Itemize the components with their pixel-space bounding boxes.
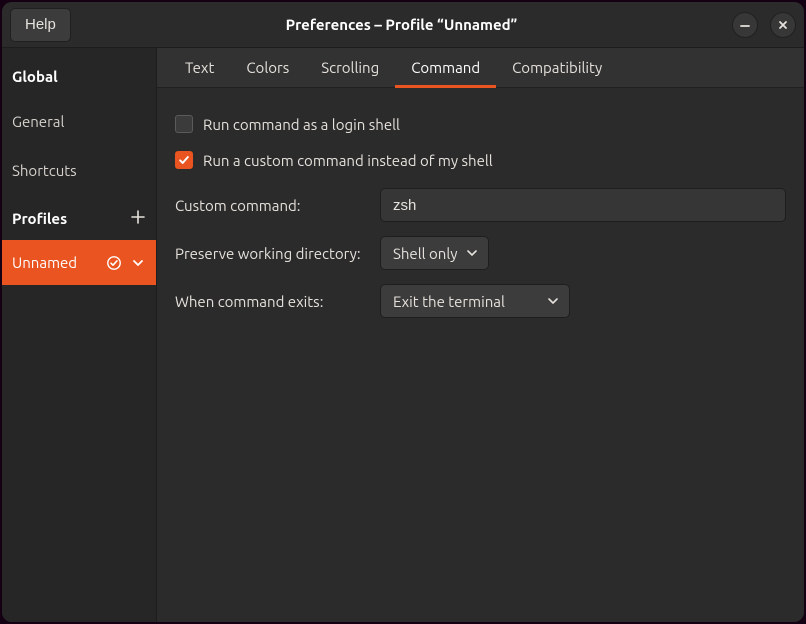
sidebar-profile-unnamed[interactable]: Unnamed [2, 240, 156, 285]
tabs: Text Colors Scrolling Command Compatibil… [157, 48, 804, 88]
plus-icon [130, 209, 146, 225]
sidebar: Global General Shortcuts Profiles Unname… [2, 48, 157, 622]
sidebar-item-shortcuts[interactable]: Shortcuts [2, 146, 156, 195]
preserve-wd-label: Preserve working directory: [175, 245, 370, 262]
chevron-down-icon [547, 295, 559, 307]
minimize-icon [739, 19, 751, 31]
command-pane: Run command as a login shell Run a custo… [157, 88, 804, 336]
custom-command-label[interactable]: Run a custom command instead of my shell [203, 152, 493, 169]
sidebar-heading-profiles: Profiles [2, 195, 156, 240]
preserve-wd-dropdown[interactable]: Shell only [380, 236, 489, 270]
minimize-button[interactable] [732, 12, 758, 38]
close-button[interactable] [770, 12, 796, 38]
help-button[interactable]: Help [10, 8, 71, 42]
sidebar-item-general[interactable]: General [2, 97, 156, 146]
check-circle-icon [106, 255, 122, 271]
tab-compatibility[interactable]: Compatibility [496, 49, 618, 88]
when-exits-dropdown[interactable]: Exit the terminal [380, 284, 570, 318]
tab-scrolling[interactable]: Scrolling [305, 49, 395, 88]
custom-command-field-label: Custom command: [175, 197, 370, 214]
sidebar-heading-global: Global [2, 54, 156, 97]
tab-command[interactable]: Command [395, 49, 496, 88]
titlebar: Help Preferences – Profile “Unnamed” [2, 2, 804, 48]
window-title: Preferences – Profile “Unnamed” [71, 16, 732, 33]
custom-command-input[interactable] [380, 188, 786, 222]
preserve-wd-value: Shell only [393, 245, 458, 262]
tab-colors[interactable]: Colors [230, 49, 305, 88]
when-exits-label: When command exits: [175, 293, 370, 310]
tab-text[interactable]: Text [169, 49, 230, 88]
check-icon [178, 154, 190, 166]
close-icon [777, 19, 789, 31]
profiles-heading-label: Profiles [12, 210, 67, 227]
custom-command-checkbox[interactable] [175, 151, 193, 169]
when-exits-value: Exit the terminal [393, 293, 505, 310]
chevron-down-icon [466, 247, 478, 259]
chevron-down-icon [130, 255, 146, 271]
add-profile-button[interactable] [130, 209, 146, 228]
login-shell-label[interactable]: Run command as a login shell [203, 116, 400, 133]
profile-name: Unnamed [12, 254, 98, 271]
login-shell-checkbox[interactable] [175, 115, 193, 133]
